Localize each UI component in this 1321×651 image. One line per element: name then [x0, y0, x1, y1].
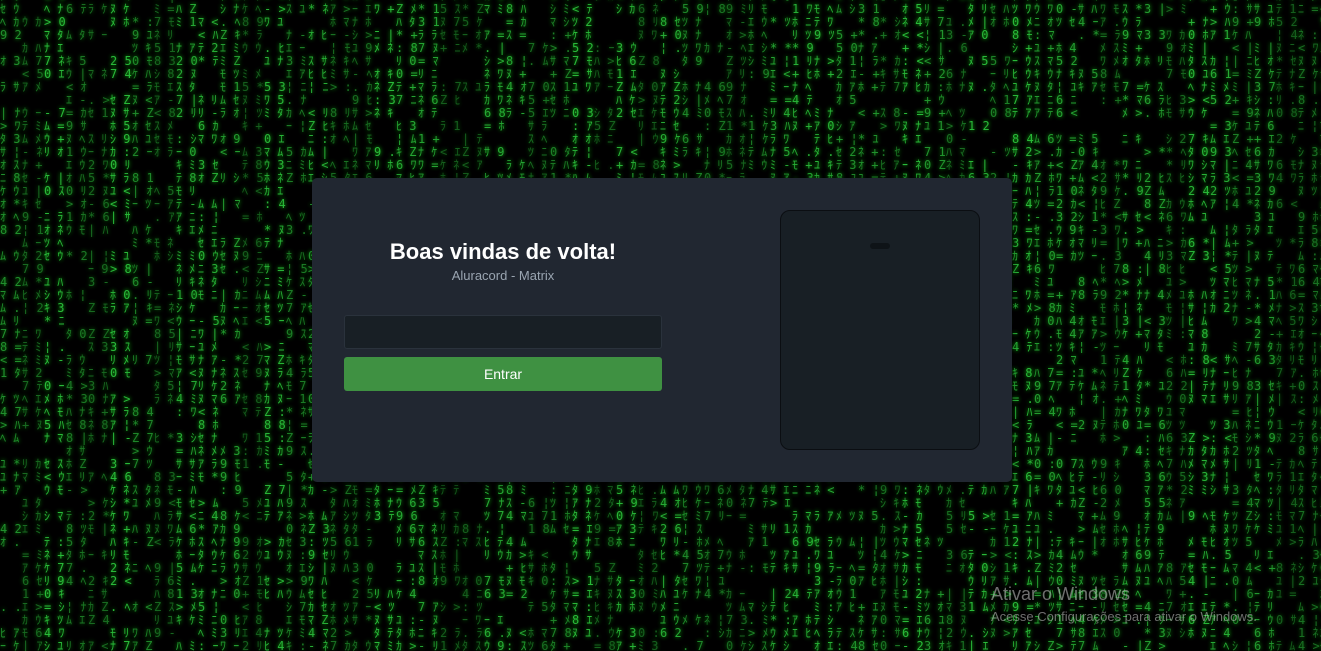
username-tag	[870, 243, 890, 249]
username-input[interactable]	[344, 315, 662, 349]
windows-activation-watermark: Ativar o Windows Acesse Configurações pa…	[991, 584, 1257, 624]
login-card: Boas vindas de volta! Aluracord - Matrix…	[312, 178, 1012, 482]
app-subtitle: Aluracord - Matrix	[451, 268, 555, 283]
enter-button[interactable]: Entrar	[344, 357, 662, 391]
login-form: Boas vindas de volta! Aluracord - Matrix…	[344, 178, 662, 482]
watermark-subtitle: Acesse Configurações para ativar o Windo…	[991, 609, 1257, 624]
watermark-title: Ativar o Windows	[991, 584, 1131, 604]
profile-photo-panel	[780, 210, 980, 450]
welcome-title: Boas vindas de volta!	[389, 239, 617, 264]
